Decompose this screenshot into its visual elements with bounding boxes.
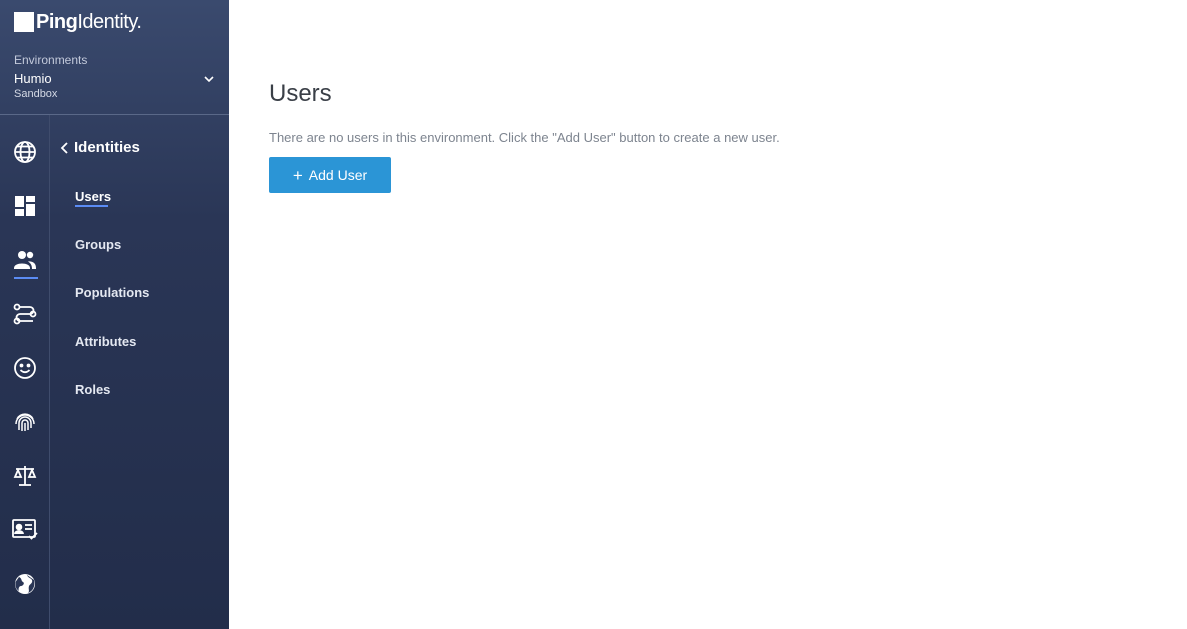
environment-type: Sandbox [14,88,58,100]
main-content: Users There are no users in this environ… [229,0,1187,629]
empty-state-message: There are no users in this environment. … [269,130,780,145]
sidebar: PingIdentity. Environments Humio Sandbox [0,0,229,629]
environment-label: Environments [14,53,88,67]
add-user-button[interactable]: + Add User [269,157,391,193]
globe-icon[interactable] [12,139,38,165]
subnav-active-indicator [75,205,108,207]
environment-selector[interactable]: Environments Humio Sandbox [14,53,219,102]
world-icon[interactable] [12,571,38,597]
scale-icon[interactable] [12,463,38,489]
subnav-item-users[interactable]: Users [75,189,111,204]
environment-name: Humio [14,71,52,86]
add-user-label: Add User [308,167,368,183]
app: PingIdentity. Environments Humio Sandbox [0,0,1187,629]
rail-active-indicator [14,277,38,279]
subnav-item-populations[interactable]: Populations [75,285,149,300]
dashboard-icon[interactable] [12,193,38,219]
subnav-title: Identities [74,139,140,156]
chevron-left-icon [60,141,68,154]
logo-mark-icon [14,12,34,32]
id-card-icon[interactable] [12,517,38,543]
users-icon[interactable] [12,247,38,273]
connections-icon[interactable] [12,301,38,327]
smiley-icon[interactable] [12,355,38,381]
icon-rail [0,115,50,629]
subnav-item-roles[interactable]: Roles [75,382,110,397]
ping-identity-logo[interactable]: PingIdentity. [14,10,142,34]
plus-icon: + [292,165,303,185]
fingerprint-icon[interactable] [12,409,38,435]
subnav-back-button[interactable]: Identities [60,139,140,156]
page-title: Users [269,80,332,107]
subnav-item-groups[interactable]: Groups [75,237,121,252]
chevron-down-icon[interactable] [203,73,215,85]
logo-text: PingIdentity. [36,10,142,33]
subnav-item-attributes[interactable]: Attributes [75,334,136,349]
